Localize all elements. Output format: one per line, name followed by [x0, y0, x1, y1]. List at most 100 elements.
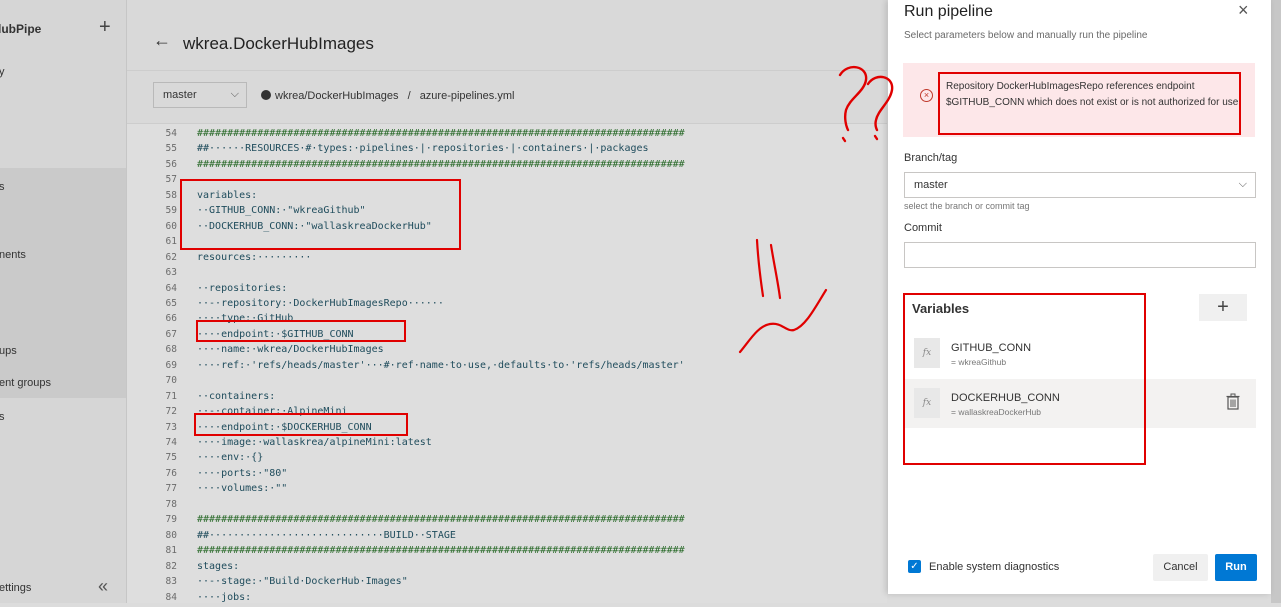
line-number: 69	[165, 359, 177, 371]
code-text: variables:	[197, 189, 258, 201]
variable-name: DOCKERHUB_CONN	[951, 392, 1060, 404]
sidebar-selected-group	[0, 168, 126, 398]
sidebar-item[interactable]: s	[0, 181, 5, 193]
page-scrollbar[interactable]	[1271, 0, 1281, 603]
variable-row[interactable]: fx GITHUB_CONN = wkreaGithub	[904, 329, 1256, 378]
line-number: 54	[165, 128, 177, 139]
sidebar-item[interactable]: y	[0, 66, 5, 78]
code-text: ··-·container:·AlpineMini	[197, 406, 348, 418]
code-text: ····endpoint:·$GITHUB_CONN	[197, 328, 354, 340]
line-number: 76	[165, 467, 177, 479]
code-text: ····name:·wkrea/DockerHubImages	[197, 344, 384, 356]
fx-icon: fx	[914, 338, 940, 368]
breadcrumb-separator: /	[407, 90, 411, 102]
code-text: ########################################…	[197, 128, 685, 139]
code-line: 73 ····endpoint:·$DOCKERHUB_CONN	[127, 422, 887, 437]
code-line: 60 ··DOCKERHUB_CONN:·"wallaskreaDockerHub…	[127, 221, 887, 236]
code-line: 84 ····jobs:	[127, 592, 887, 607]
close-icon[interactable]: ×	[1238, 0, 1249, 21]
sidebar-item[interactable]: ent groups	[0, 377, 51, 389]
code-text: ··repositories:	[197, 282, 288, 294]
page-header: ← wkrea.DockerHubImages	[127, 0, 887, 71]
line-number: 71	[165, 390, 177, 402]
code-line: 61	[127, 236, 887, 251]
breadcrumb: wkrea/DockerHubImages / azure-pipelines.…	[261, 90, 514, 102]
branch-tag-value: master	[914, 179, 948, 191]
code-text: ########################################…	[197, 514, 685, 526]
code-text: ########################################…	[197, 545, 685, 557]
checkbox-checked-icon[interactable]: ✓	[908, 560, 921, 573]
yaml-editor[interactable]: 54 ######################################…	[127, 124, 887, 603]
code-line: 58 variables:	[127, 190, 887, 205]
line-number: 70	[165, 375, 177, 387]
line-number: 59	[165, 205, 177, 217]
code-text: ##······RESOURCES·#·types:·pipelines·|·r…	[197, 143, 649, 155]
code-text: ····ports:·"80"	[197, 467, 288, 479]
panel-subtitle: Select parameters below and manually run…	[904, 30, 1148, 41]
line-number: 77	[165, 483, 177, 495]
sidebar-item[interactable]: nents	[0, 249, 26, 261]
back-arrow-icon[interactable]: ←	[153, 30, 171, 51]
branch-tag-dropdown[interactable]: master ⌵	[904, 172, 1256, 198]
code-line: 81 ######################################…	[127, 545, 887, 560]
code-text: ····ref:·'refs/heads/master'···#·ref·nam…	[197, 359, 685, 371]
line-number: 58	[165, 189, 177, 201]
line-number: 84	[165, 591, 177, 603]
code-text: ····image:·wallaskrea/alpineMini:latest	[197, 437, 432, 448]
add-variable-button[interactable]: +	[1199, 294, 1247, 321]
branch-label: Branch/tag	[904, 152, 958, 164]
code-line: 72 ··-·container:·AlpineMini	[127, 406, 887, 421]
sidebar-item-settings[interactable]: ettings	[0, 582, 31, 594]
code-text: stages:	[197, 560, 240, 572]
github-icon	[261, 90, 271, 100]
sidebar-item[interactable]: ups	[0, 345, 17, 357]
code-line: 55 ##······RESOURCES·#·types:·pipelines·|…	[127, 143, 887, 158]
code-line: 56 ######################################…	[127, 159, 887, 174]
breadcrumb-file[interactable]: azure-pipelines.yml	[420, 90, 515, 102]
breadcrumb-repo[interactable]: wkrea/DockerHubImages	[275, 90, 399, 102]
project-name[interactable]: lubPipe	[0, 22, 41, 36]
code-line: 74 ····image:·wallaskrea/alpineMini:lates…	[127, 437, 887, 452]
code-text: ····endpoint:·$DOCKERHUB_CONN	[197, 421, 372, 433]
code-line: 82 stages:	[127, 561, 887, 576]
line-number: 61	[165, 236, 177, 248]
code-text: resources:·········	[197, 251, 312, 263]
line-number: 80	[165, 529, 177, 541]
trash-icon[interactable]	[1226, 393, 1240, 411]
branch-hint: select the branch or commit tag	[904, 201, 1030, 211]
code-text: ····volumes:·""	[197, 483, 288, 495]
line-number: 57	[165, 174, 177, 186]
branch-dropdown[interactable]: master ⌵	[153, 82, 247, 108]
collapse-sidebar-icon[interactable]: «	[98, 576, 108, 597]
run-pipeline-panel: Run pipeline × Select parameters below a…	[888, 0, 1271, 594]
code-text: ··DOCKERHUB_CONN:·"wallaskreaDockerHub"	[197, 220, 432, 232]
file-toolbar: master ⌵ wkrea/DockerHubImages / azure-p…	[127, 71, 887, 124]
code-text: ··containers:	[197, 390, 276, 402]
code-text: ··-·repository:·DockerHubImagesRepo·····…	[197, 297, 444, 309]
variable-row[interactable]: fx DOCKERHUB_CONN = wallaskreaDockerHub	[904, 379, 1256, 428]
code-line: 54 ######################################…	[127, 128, 887, 143]
variable-value: = wkreaGithub	[951, 357, 1007, 367]
run-button[interactable]: Run	[1215, 554, 1257, 581]
error-text: Repository DockerHubImagesRepo reference…	[946, 81, 1239, 108]
line-number: 73	[165, 421, 177, 433]
line-number: 67	[165, 328, 177, 340]
code-text: ····type:·GitHub	[197, 313, 294, 325]
branch-dropdown-value: master	[163, 89, 197, 101]
code-line: 64 ··repositories:	[127, 283, 887, 298]
code-line: 68 ····name:·wkrea/DockerHubImages	[127, 344, 887, 359]
variable-value: = wallaskreaDockerHub	[951, 407, 1041, 417]
commit-input[interactable]	[904, 242, 1256, 268]
sidebar-item[interactable]: s	[0, 411, 5, 423]
code-line: 78	[127, 499, 887, 514]
add-icon[interactable]: +	[99, 14, 111, 40]
line-number: 60	[165, 220, 177, 232]
code-line: 66 ····type:·GitHub	[127, 313, 887, 328]
commit-label: Commit	[904, 222, 942, 234]
line-number: 83	[165, 576, 177, 588]
main-content: ← wkrea.DockerHubImages master ⌵ wkrea/D…	[127, 0, 887, 603]
cancel-button[interactable]: Cancel	[1153, 554, 1208, 581]
variables-title: Variables	[912, 301, 970, 316]
line-number: 64	[165, 282, 177, 294]
code-line: 77 ····volumes:·""	[127, 483, 887, 498]
